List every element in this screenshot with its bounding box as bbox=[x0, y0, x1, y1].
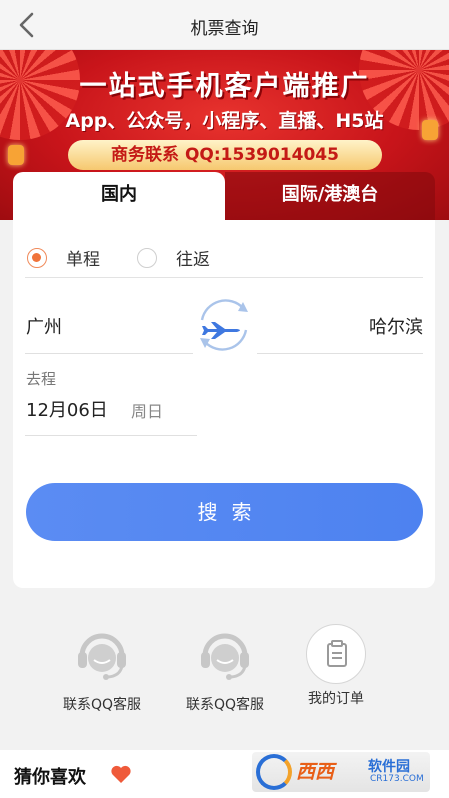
watermark-brand: 西西 bbox=[296, 761, 335, 783]
tab-international[interactable]: 国际/港澳台 bbox=[225, 172, 435, 220]
divider bbox=[25, 353, 193, 354]
flight-tabs: 国内 国际/港澳台 bbox=[13, 172, 435, 220]
plane-swap-icon[interactable] bbox=[191, 294, 257, 356]
oneway-radio[interactable] bbox=[27, 248, 47, 268]
heart-icon bbox=[111, 765, 131, 783]
my-orders[interactable]: 我的订单 bbox=[276, 622, 396, 722]
service-qq-2[interactable]: 联系QQ客服 bbox=[165, 622, 285, 722]
banner-contact: 商务联系 QQ:1539014045 bbox=[68, 140, 382, 170]
service-label: 我的订单 bbox=[308, 691, 364, 707]
lantern-icon bbox=[8, 145, 24, 165]
service-qq-1[interactable]: 联系QQ客服 bbox=[42, 622, 162, 722]
divider bbox=[257, 353, 423, 354]
watermark-logo: 西西 软件园 CR173.COM bbox=[252, 752, 430, 792]
guess-title: 猜你喜欢 bbox=[14, 767, 86, 788]
clipboard-icon bbox=[327, 640, 347, 667]
tab-domestic[interactable]: 国内 bbox=[13, 172, 225, 220]
watermark-c-icon bbox=[256, 754, 292, 790]
banner-headline: 一站式手机客户端推广 bbox=[79, 71, 370, 102]
customer-service-icon bbox=[201, 633, 249, 680]
service-label: 联系QQ客服 bbox=[185, 697, 265, 713]
top-bar: 机票查询 bbox=[0, 0, 449, 50]
order-icon-circle bbox=[306, 624, 366, 684]
departure-date-label: 去程 bbox=[26, 370, 57, 388]
watermark-url: CR173.COM bbox=[370, 774, 424, 784]
trip-type-row: 单程 往返 bbox=[25, 232, 423, 278]
banner-subline: App、公众号，小程序、直播、H5站 bbox=[65, 110, 384, 132]
roundtrip-label[interactable]: 往返 bbox=[176, 245, 210, 270]
customer-service-icon bbox=[78, 633, 126, 680]
oneway-label[interactable]: 单程 bbox=[66, 245, 100, 270]
departure-weekday[interactable]: 周日 bbox=[131, 398, 163, 422]
departure-city[interactable]: 广州 bbox=[26, 313, 62, 339]
departure-date[interactable]: 12月06日 bbox=[26, 396, 108, 422]
search-card: 单程 往返 广州 哈尔滨 去程 12月06日 周日 搜索 bbox=[13, 220, 435, 588]
roundtrip-radio[interactable] bbox=[137, 248, 157, 268]
arrival-city[interactable]: 哈尔滨 bbox=[369, 313, 423, 339]
divider bbox=[25, 435, 197, 436]
service-label: 联系QQ客服 bbox=[62, 697, 142, 713]
page-title: 机票查询 bbox=[190, 19, 259, 39]
watermark-sub: 软件园 bbox=[368, 759, 410, 775]
search-button[interactable]: 搜索 bbox=[26, 483, 423, 541]
